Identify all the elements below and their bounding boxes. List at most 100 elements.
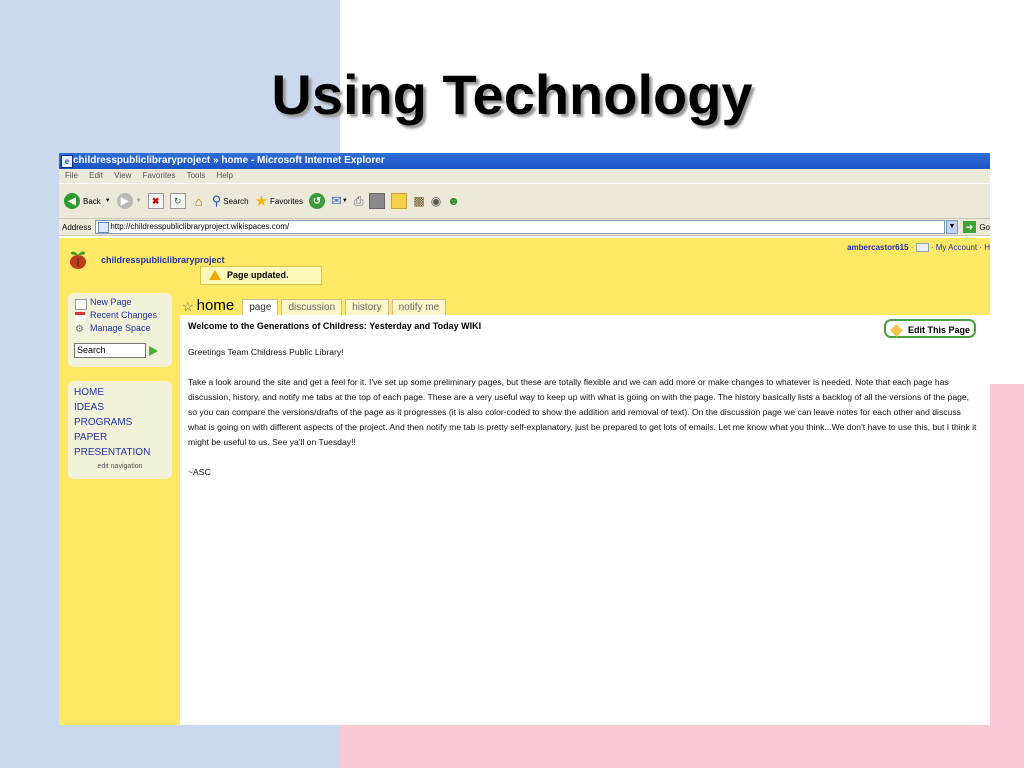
apple-tree-logo-icon bbox=[70, 251, 86, 269]
edit-button[interactable] bbox=[369, 193, 386, 209]
calendar-icon bbox=[75, 312, 85, 321]
contacts-button[interactable]: ☻ bbox=[447, 194, 460, 208]
manage-space-link[interactable]: Manage Space bbox=[90, 323, 151, 333]
menu-edit[interactable]: Edit bbox=[89, 171, 103, 180]
ie-icon: e bbox=[61, 155, 73, 168]
nav-paper[interactable]: PAPER bbox=[74, 432, 107, 443]
menu-file[interactable]: File bbox=[65, 171, 78, 180]
menu-bar: File Edit View Favorites Tools Help bbox=[59, 169, 990, 183]
address-url: http://childresspubliclibraryproject.wik… bbox=[110, 222, 290, 231]
tab-history[interactable]: history bbox=[345, 299, 389, 315]
favorites-label: Favorites bbox=[270, 196, 303, 206]
back-button[interactable]: ◀ Back ▼ bbox=[64, 193, 111, 209]
signature-text: ~ASC bbox=[188, 467, 211, 477]
separator-dot: · H bbox=[979, 243, 990, 252]
print-icon: ⎙ bbox=[353, 193, 364, 208]
site-header: childresspubliclibraryproject ambercasto… bbox=[59, 238, 990, 286]
content-heading: Welcome to the Generations of Childress:… bbox=[188, 321, 482, 331]
history-button[interactable]: ↺ bbox=[308, 193, 325, 209]
folder-button[interactable] bbox=[391, 193, 408, 209]
address-input[interactable]: http://childresspubliclibraryproject.wik… bbox=[95, 220, 946, 234]
page-content: Welcome to the Generations of Childress:… bbox=[180, 315, 990, 725]
forward-arrow-icon: ▶ bbox=[116, 193, 133, 209]
new-page-link[interactable]: New Page bbox=[90, 297, 132, 307]
menu-help[interactable]: Help bbox=[217, 171, 233, 180]
contacts-icon: ☻ bbox=[447, 194, 460, 208]
new-page-icon bbox=[75, 299, 87, 310]
address-dropdown-icon[interactable]: ▼ bbox=[946, 220, 958, 234]
pencil-icon bbox=[890, 324, 903, 337]
stop-icon: ✖ bbox=[147, 193, 164, 209]
sidebar-search-input[interactable]: Search bbox=[74, 343, 146, 358]
search-go-arrow-icon[interactable] bbox=[149, 346, 158, 356]
research-button[interactable]: ▩ bbox=[413, 194, 424, 208]
search-icon: ⚲ bbox=[211, 193, 222, 208]
user-links: ambercastor615 · · My Account · H bbox=[847, 243, 990, 253]
page-tabs: ☆ home page discussion history notify me bbox=[182, 295, 449, 315]
page-icon bbox=[98, 222, 110, 233]
nav-home[interactable]: HOME bbox=[74, 387, 104, 398]
back-label: Back bbox=[83, 196, 101, 206]
search-button[interactable]: ⚲ Search bbox=[212, 193, 249, 209]
home-house-icon: ⌂ bbox=[194, 193, 203, 209]
page-title: home bbox=[196, 297, 235, 314]
recent-changes-link[interactable]: Recent Changes bbox=[90, 310, 157, 320]
site-name-link[interactable]: childresspubliclibraryproject bbox=[101, 255, 225, 265]
refresh-icon: ↻ bbox=[169, 193, 186, 209]
tab-discussion[interactable]: discussion bbox=[281, 299, 343, 315]
history-icon: ↺ bbox=[308, 193, 325, 209]
slide-title: Using Technology bbox=[271, 63, 753, 126]
back-dropdown-icon: ▼ bbox=[104, 198, 111, 204]
menu-tools[interactable]: Tools bbox=[187, 171, 206, 180]
menu-view[interactable]: View bbox=[114, 171, 131, 180]
window-titlebar: e childresspubliclibraryproject » home -… bbox=[59, 153, 990, 169]
go-button[interactable]: Go bbox=[979, 223, 990, 232]
nav-programs[interactable]: PROGRAMS bbox=[74, 417, 132, 428]
mail-envelope-icon[interactable] bbox=[915, 243, 929, 253]
wiki-page: childresspubliclibraryproject ambercasto… bbox=[59, 238, 990, 725]
folder-icon bbox=[391, 193, 408, 209]
mail-button[interactable]: ✉ ▼ bbox=[331, 193, 348, 209]
tab-page[interactable]: page bbox=[242, 299, 279, 315]
forward-dropdown-icon: ▼ bbox=[135, 198, 142, 204]
print-button[interactable]: ⎙ bbox=[354, 194, 364, 209]
messenger-button[interactable]: ◉ bbox=[431, 194, 441, 208]
address-bar: Address http://childresspubliclibrarypro… bbox=[59, 219, 990, 236]
notice-text: Page updated. bbox=[227, 270, 289, 280]
mail-dropdown-icon: ▼ bbox=[341, 198, 348, 204]
edit-this-page-label: Edit This Page bbox=[907, 325, 970, 335]
nav-presentation[interactable]: PRESENTATION bbox=[74, 447, 150, 458]
edit-icon bbox=[369, 193, 386, 209]
sidebar-tools-box: New Page Recent Changes ⚙ Manage Space S… bbox=[68, 293, 172, 367]
username-link[interactable]: ambercastor615 bbox=[847, 243, 908, 252]
menu-favorites[interactable]: Favorites bbox=[143, 171, 176, 180]
mail-icon: ✉ bbox=[330, 193, 342, 208]
page-updated-notice: Page updated. bbox=[200, 266, 322, 285]
stop-button[interactable]: ✖ bbox=[147, 193, 164, 209]
home-button[interactable]: ⌂ bbox=[192, 193, 206, 209]
search-label: Search bbox=[223, 196, 249, 206]
sidebar-nav-box: HOME IDEAS PROGRAMS PAPER PRESENTATION e… bbox=[68, 381, 172, 479]
research-icon: ▩ bbox=[413, 194, 425, 208]
gear-icon: ⚙ bbox=[75, 324, 84, 335]
favorites-button[interactable]: ★ Favorites bbox=[255, 192, 303, 210]
my-account-link[interactable]: My Account bbox=[936, 243, 977, 252]
refresh-button[interactable]: ↻ bbox=[169, 193, 186, 209]
go-arrow-icon[interactable]: ➜ bbox=[962, 221, 977, 233]
star-icon[interactable]: ☆ bbox=[182, 299, 194, 315]
warning-icon bbox=[209, 269, 221, 280]
browser-window: e childresspubliclibraryproject » home -… bbox=[59, 153, 990, 725]
tab-notify-me[interactable]: notify me bbox=[391, 299, 447, 315]
back-arrow-icon: ◀ bbox=[64, 193, 80, 209]
body-text: Take a look around the site and get a fe… bbox=[188, 377, 977, 447]
nav-ideas[interactable]: IDEAS bbox=[74, 402, 104, 413]
window-title: childresspubliclibraryproject » home - M… bbox=[73, 155, 385, 166]
messenger-icon: ◉ bbox=[430, 194, 442, 208]
edit-this-page-button[interactable]: Edit This Page bbox=[884, 319, 976, 338]
forward-button[interactable]: ▶ ▼ bbox=[116, 193, 142, 209]
browser-toolbar: ◀ Back ▼ ▶ ▼ ✖ ↻ ⌂ ⚲ Search ★ Favorites … bbox=[59, 183, 990, 219]
address-label: Address bbox=[62, 222, 92, 232]
greeting-text: Greetings Team Childress Public Library! bbox=[188, 347, 344, 357]
edit-navigation-link[interactable]: edit navigation bbox=[68, 463, 172, 470]
favorites-star-icon: ★ bbox=[254, 193, 269, 210]
